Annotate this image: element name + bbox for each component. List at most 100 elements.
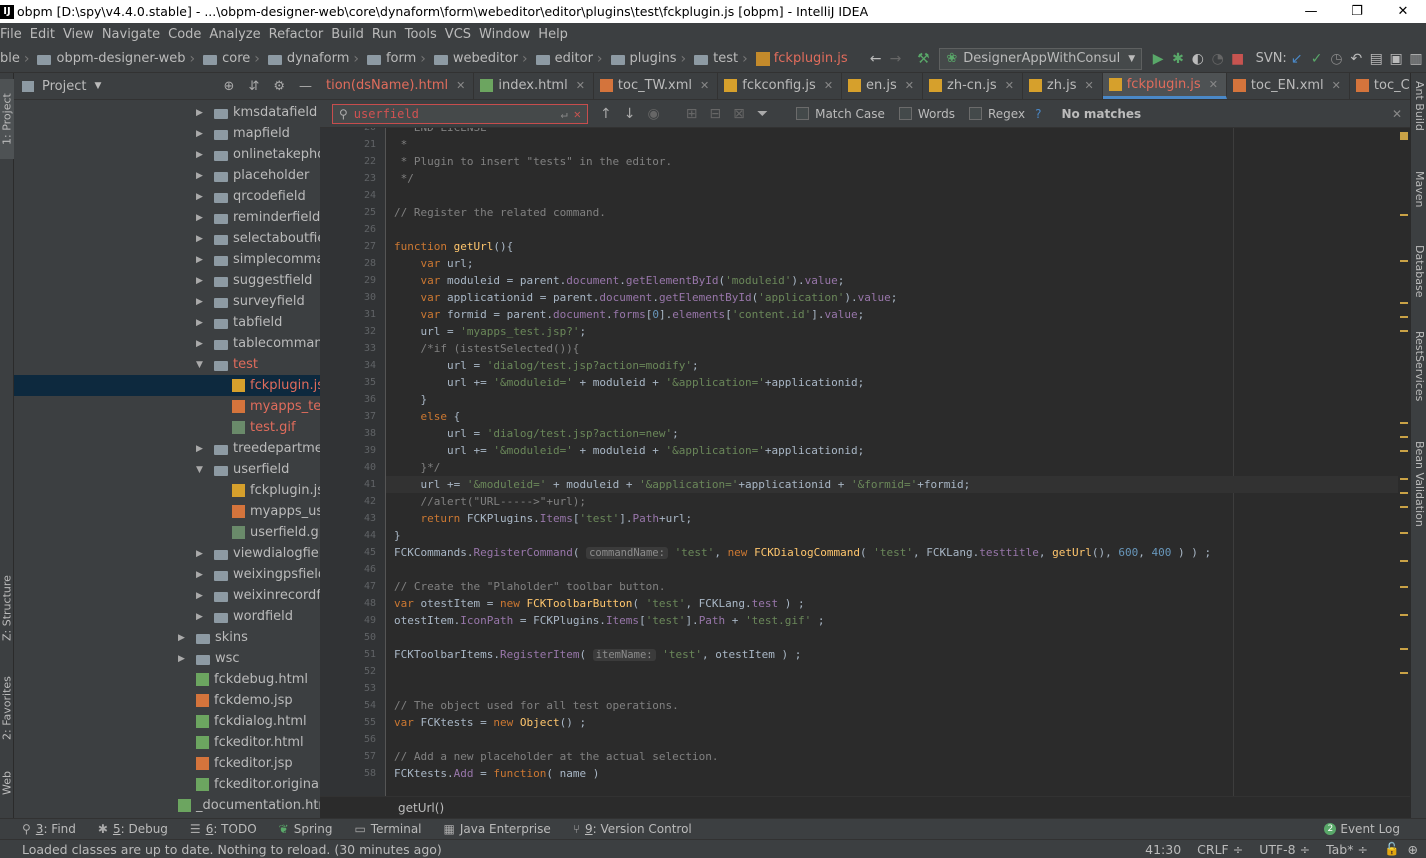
regex-help-link[interactable]: ? [1035, 107, 1041, 121]
tool-button-version-control[interactable]: ⑂ 9: Version Control [573, 822, 692, 836]
run-configuration-select[interactable]: ❀ DesignerAppWithConsul ▼ [939, 47, 1143, 70]
breadcrumb-item[interactable]: plugins › [610, 51, 691, 67]
close-icon[interactable]: ✕ [1209, 78, 1218, 91]
stripe-marker[interactable] [1400, 330, 1408, 332]
file-encoding[interactable]: UTF-8 ÷ [1259, 842, 1310, 857]
collapse-arrow-icon[interactable]: ▶ [196, 108, 208, 118]
close-icon[interactable]: ✕ [576, 79, 585, 92]
menu-navigate[interactable]: Navigate [102, 27, 166, 42]
history-icon[interactable]: ◷ [1327, 48, 1347, 70]
tool-button-spring[interactable]: ❦ Spring [279, 822, 333, 836]
tree-folder[interactable]: ▶ wsc [14, 648, 320, 669]
menu-code[interactable]: Code [168, 27, 207, 42]
stripe-marker[interactable] [1400, 532, 1408, 534]
clear-icon[interactable]: ✕ [574, 107, 581, 121]
menu-view[interactable]: View [63, 27, 100, 42]
tool-tab-database[interactable]: Database [1412, 245, 1426, 315]
menu-file[interactable]: File [0, 27, 28, 42]
collapse-arrow-icon[interactable]: ▶ [178, 654, 190, 664]
tree-folder[interactable]: ▼ userfield [14, 459, 320, 480]
tool-tab-restservices[interactable]: RestServices [1412, 331, 1426, 421]
menu-tools[interactable]: Tools [405, 27, 443, 42]
tree-folder[interactable]: ▶ weixinrecordfield [14, 585, 344, 606]
stripe-marker[interactable] [1400, 672, 1408, 674]
close-find-icon[interactable]: ✕ [1392, 107, 1402, 121]
breadcrumb-item[interactable]: ble › [0, 51, 33, 67]
tool-tab-maven[interactable]: Maven [1412, 171, 1426, 231]
collapse-arrow-icon[interactable]: ▶ [196, 276, 208, 286]
tree-file[interactable]: fckdemo.jsp [14, 690, 320, 711]
collapse-arrow-icon[interactable]: ▶ [196, 549, 208, 559]
git-icon[interactable]: ⊕ [1408, 842, 1418, 857]
tree-folder[interactable]: ▶ viewdialogfield [14, 543, 331, 564]
breadcrumb-item[interactable]: test › [694, 51, 752, 67]
collapse-arrow-icon[interactable]: ▶ [196, 129, 208, 139]
collapse-arrow-icon[interactable]: ▶ [196, 570, 208, 580]
words-checkbox[interactable]: Words [898, 107, 955, 121]
more-icon[interactable]: ▥ [1406, 48, 1426, 70]
collapse-arrow-icon[interactable]: ▶ [196, 171, 208, 181]
menu-build[interactable]: Build [331, 27, 370, 42]
tree-file[interactable]: myapps_test.jsp [14, 396, 356, 417]
tree-folder[interactable]: ▶ reminderfield [14, 207, 320, 228]
tool-tab-bean-validation[interactable]: Bean Validation [1412, 441, 1426, 541]
stripe-marker[interactable] [1400, 316, 1408, 318]
expand-arrow-icon[interactable]: ▼ [196, 465, 208, 475]
tree-folder[interactable]: ▶ mapfield [14, 123, 320, 144]
collapse-arrow-icon[interactable]: ▶ [196, 318, 208, 328]
editor-tab[interactable]: zh.js ✕ [1023, 73, 1103, 99]
editor-tab[interactable]: en.js ✕ [842, 73, 924, 99]
back-arrow-icon[interactable]: ← [866, 48, 886, 70]
tree-folder[interactable]: ▶ wordfield [14, 606, 320, 627]
tree-folder[interactable]: ▶ suggestfield [14, 270, 320, 291]
editor-tab[interactable]: tion(dsName).html ✕ [320, 73, 475, 99]
menu-window[interactable]: Window [479, 27, 536, 42]
stripe-marker[interactable] [1400, 450, 1408, 452]
tool-button-find[interactable]: ⚲ 3: Find [22, 822, 76, 836]
tree-file[interactable]: fckeditor.jsp [14, 753, 320, 774]
collapse-arrow-icon[interactable]: ▶ [196, 591, 208, 601]
close-icon[interactable]: ✕ [1332, 79, 1341, 92]
menu-refactor[interactable]: Refactor [269, 27, 330, 42]
caret-position[interactable]: 41:30 [1145, 842, 1181, 857]
tree-folder[interactable]: ▶ treedepartmentfield [14, 438, 364, 459]
tool-tab-structure[interactable]: Z: Structure [0, 563, 14, 653]
svn-commit-icon[interactable]: ✓ [1307, 48, 1327, 70]
collapse-arrow-icon[interactable]: ▶ [196, 297, 208, 307]
line-separator[interactable]: CRLF ÷ [1197, 842, 1243, 857]
window-layout-icon[interactable]: ▣ [1386, 48, 1406, 70]
tree-folder[interactable]: ▶ simplecommands [14, 249, 348, 270]
close-icon[interactable]: ✕ [1005, 79, 1014, 92]
menu-run[interactable]: Run [372, 27, 403, 42]
close-window-button[interactable]: ✕ [1380, 0, 1426, 23]
stripe-marker[interactable] [1400, 614, 1408, 616]
tool-tab-ant-build[interactable]: Ant Build [1412, 81, 1426, 151]
breadcrumb-item[interactable]: webeditor › [433, 51, 532, 67]
editor-tab[interactable]: toc_TW.xml ✕ [594, 73, 719, 99]
collapse-arrow-icon[interactable]: ▶ [196, 612, 208, 622]
breadcrumb-item[interactable]: obpm-designer-web › [37, 51, 199, 67]
find-input[interactable]: ⚲ userfield ↵ ✕ [332, 103, 588, 124]
profile-icon[interactable]: ◔ [1208, 48, 1228, 70]
indent-setting[interactable]: Tab* ÷ [1326, 842, 1368, 857]
tree-file[interactable]: _documentation.html [14, 795, 335, 816]
lock-icon[interactable]: 🔓 [1384, 841, 1400, 857]
tree-folder[interactable]: ▼ test [14, 354, 320, 375]
breadcrumb-item[interactable]: form › [366, 51, 430, 67]
run-icon[interactable]: ▶ [1148, 48, 1168, 70]
tool-button-debug[interactable]: ✱ 5: Debug [98, 822, 168, 836]
match-case-checkbox[interactable]: Match Case [796, 107, 885, 121]
stop-icon[interactable]: ■ [1228, 48, 1248, 70]
close-icon[interactable]: ✕ [1085, 79, 1094, 92]
tree-file[interactable]: fckplugin.js [14, 375, 324, 396]
code-editor[interactable]: 20 21 22 23 24 25 26 27 28 29 30 31 32 33 34 35 36 37 38 39… [320, 128, 1410, 796]
tool-button-terminal[interactable]: ▭ Terminal [354, 822, 421, 836]
tree-folder[interactable]: ▶ selectaboutfield [14, 228, 337, 249]
tree-file[interactable]: fckdialog.html [14, 711, 320, 732]
tree-file[interactable]: fckdebug.html [14, 669, 320, 690]
stripe-marker[interactable] [1400, 436, 1408, 438]
stripe-marker[interactable] [1400, 560, 1408, 562]
add-occurrence-icon[interactable]: ⊞ [686, 106, 698, 122]
tree-file[interactable]: fckeditor.html [14, 732, 320, 753]
tree-folder[interactable]: ▶ onlinetakephotofield [14, 144, 366, 165]
